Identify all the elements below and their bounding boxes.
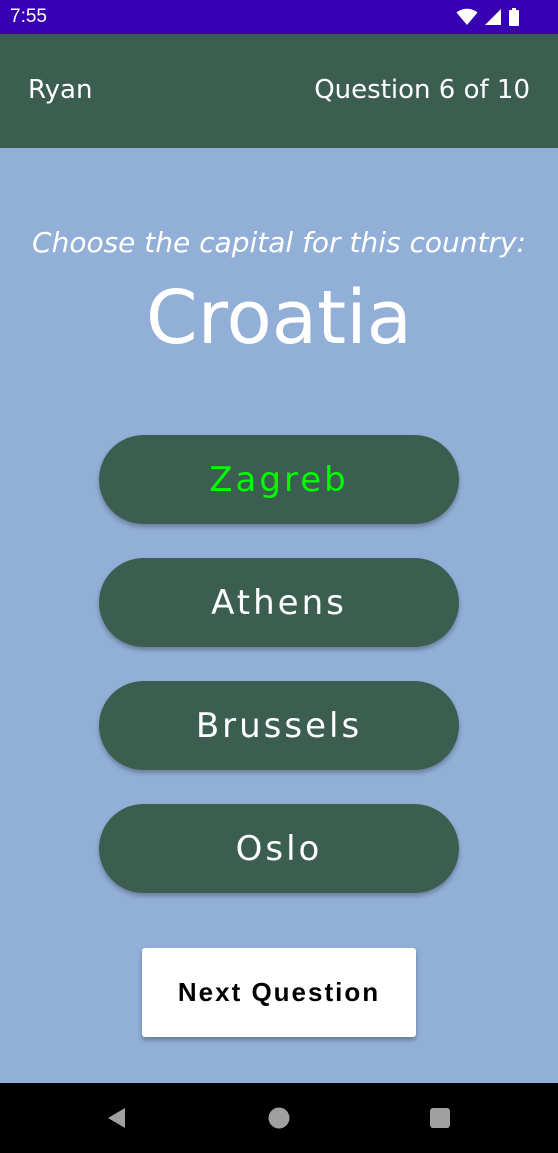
status-time: 7:55 bbox=[10, 6, 47, 27]
question-progress: Question 6 of 10 bbox=[314, 75, 530, 105]
next-question-button[interactable]: Next Question bbox=[142, 948, 416, 1037]
answer-button-brussels[interactable]: Brussels bbox=[99, 681, 459, 770]
status-icons bbox=[456, 8, 520, 26]
answer-button-zagreb[interactable]: Zagreb bbox=[99, 435, 459, 524]
home-icon[interactable] bbox=[264, 1103, 294, 1133]
wifi-icon bbox=[456, 8, 478, 26]
cell-signal-icon bbox=[484, 8, 502, 26]
back-icon[interactable] bbox=[102, 1103, 132, 1133]
battery-icon bbox=[508, 8, 520, 26]
answer-button-athens[interactable]: Athens bbox=[99, 558, 459, 647]
app-bar: Ryan Question 6 of 10 bbox=[0, 34, 558, 148]
status-bar: 7:55 bbox=[0, 0, 558, 34]
system-nav-bar bbox=[0, 1083, 558, 1153]
country-name: Croatia bbox=[145, 275, 412, 361]
answer-button-oslo[interactable]: Oslo bbox=[99, 804, 459, 893]
question-prompt: Choose the capital for this country: bbox=[32, 226, 526, 259]
player-name: Ryan bbox=[28, 75, 93, 105]
recents-icon[interactable] bbox=[425, 1103, 455, 1133]
